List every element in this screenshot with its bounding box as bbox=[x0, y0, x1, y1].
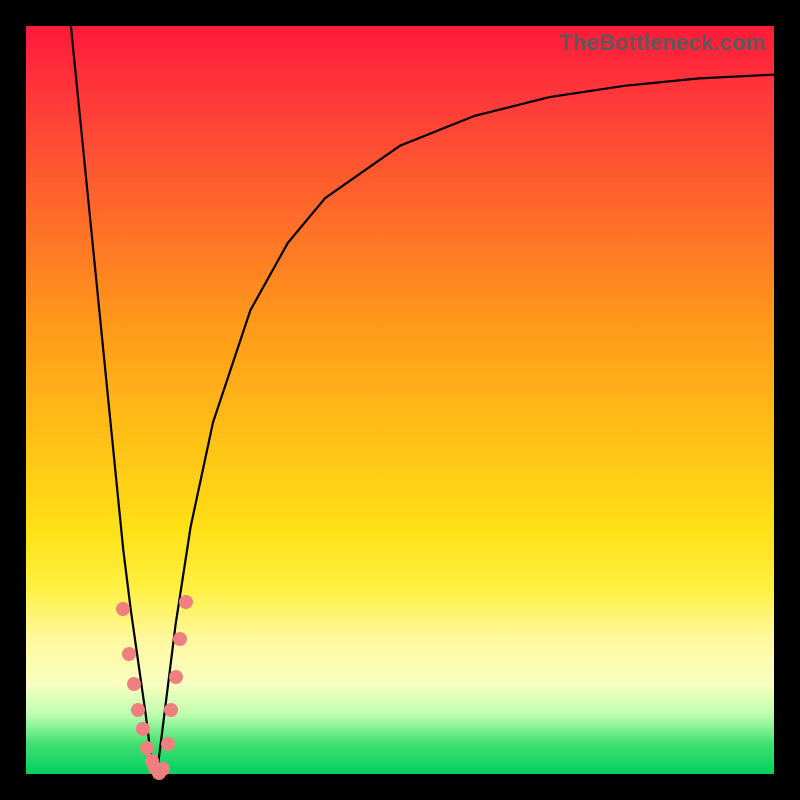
chart-point bbox=[179, 595, 193, 609]
chart-point bbox=[164, 703, 178, 717]
chart-point bbox=[173, 632, 187, 646]
chart-point bbox=[127, 677, 141, 691]
chart-point bbox=[156, 762, 170, 776]
chart-point bbox=[136, 722, 150, 736]
chart-point bbox=[161, 737, 175, 751]
chart-point bbox=[140, 741, 154, 755]
chart-points bbox=[26, 26, 774, 774]
chart-point bbox=[122, 647, 136, 661]
chart-point bbox=[131, 703, 145, 717]
chart-point bbox=[169, 670, 183, 684]
chart-frame: TheBottleneck.com bbox=[0, 0, 800, 800]
plot-area: TheBottleneck.com bbox=[26, 26, 774, 774]
chart-point bbox=[116, 602, 130, 616]
